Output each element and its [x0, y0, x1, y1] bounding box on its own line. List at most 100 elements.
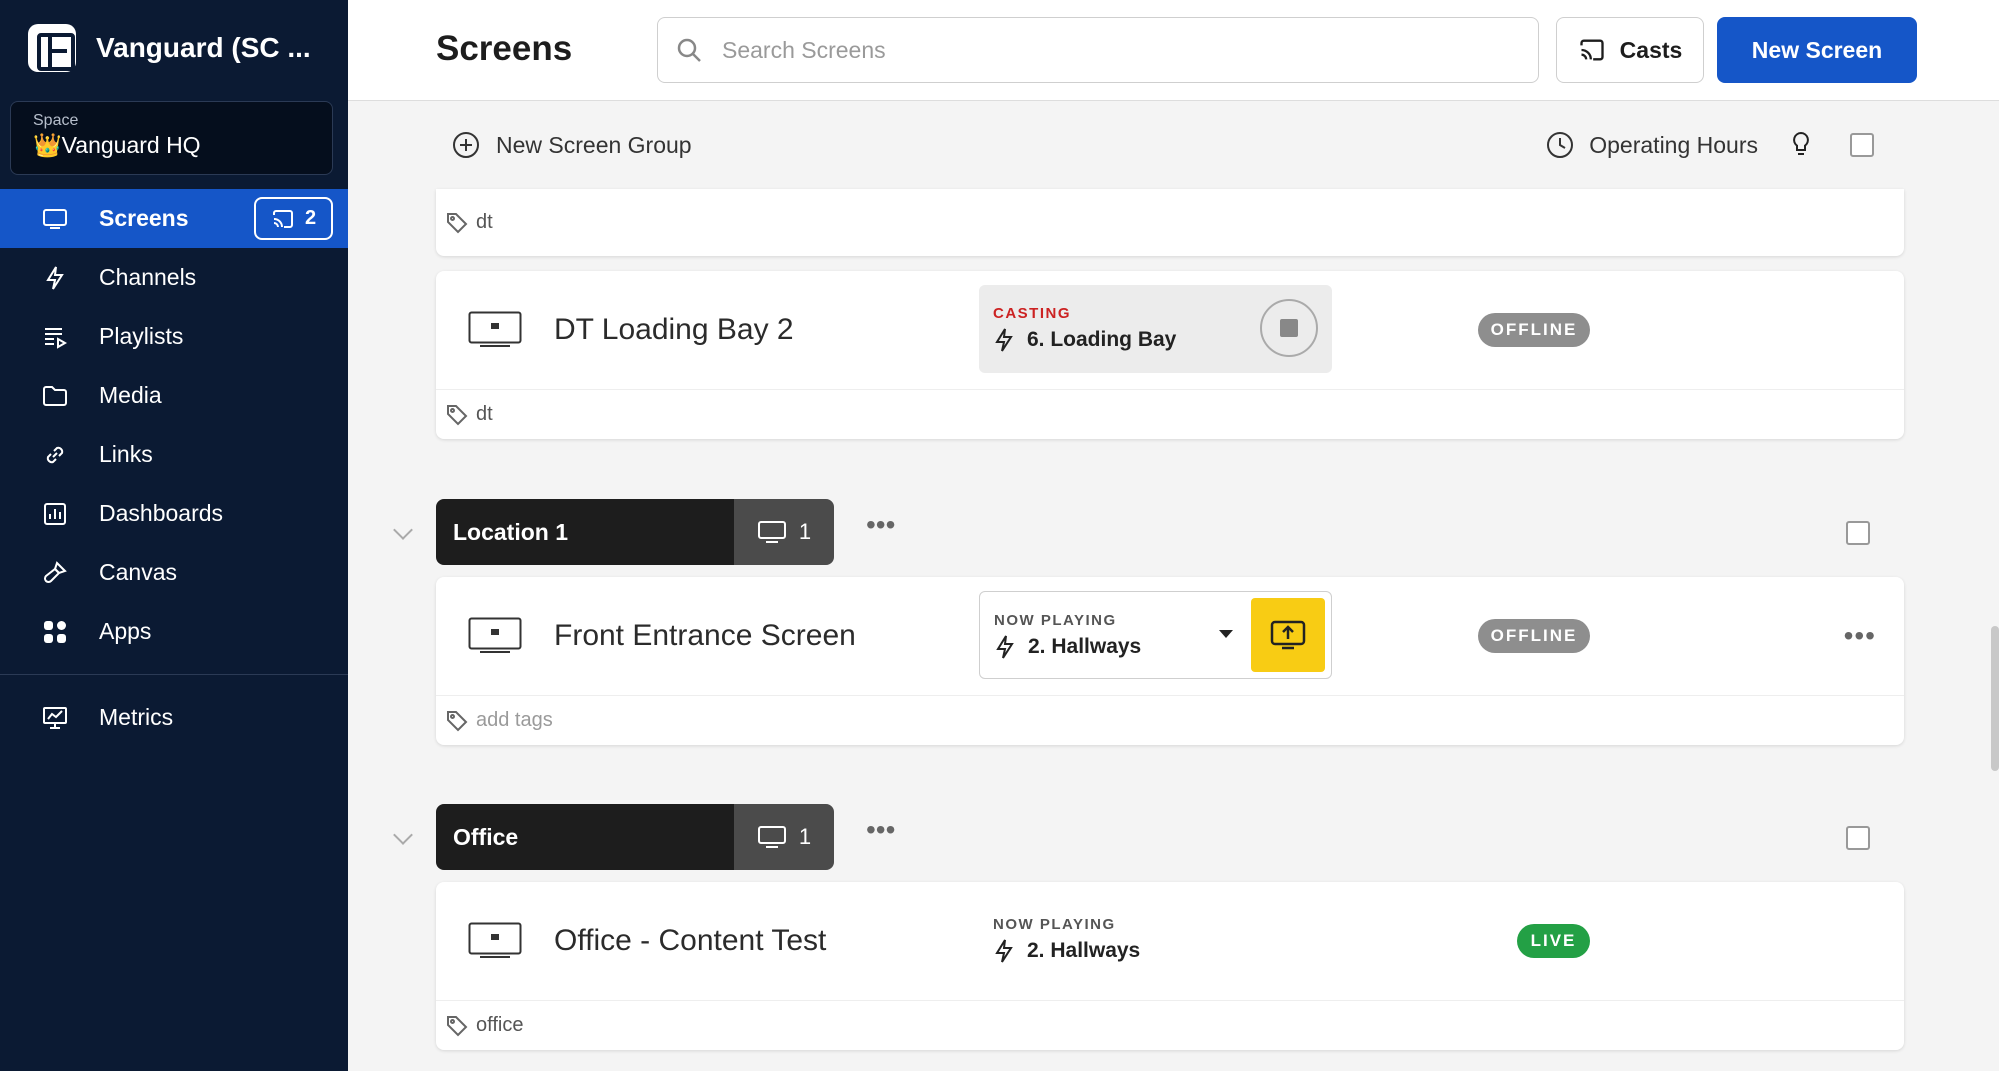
operating-hours-button[interactable]: Operating Hours — [1545, 130, 1758, 160]
group-select-checkbox[interactable] — [1846, 521, 1870, 545]
clock-icon — [1547, 132, 1574, 158]
sidebar-item-label: Screens — [99, 205, 189, 231]
space-name: 👑Vanguard HQ — [33, 132, 310, 159]
workspace-switcher[interactable]: Vanguard (SC ... — [28, 24, 311, 72]
casting-label: CASTING — [993, 305, 1071, 322]
tag-icon — [447, 1015, 468, 1036]
tag-row[interactable]: add tags — [436, 695, 1904, 745]
screen-card-partial: dt — [436, 189, 1904, 256]
sidebar-item-metrics[interactable]: Metrics — [0, 688, 348, 747]
screen-more-options-icon[interactable]: ••• — [1844, 620, 1876, 652]
sidebar-item-links[interactable]: Links — [0, 425, 348, 484]
monitor-icon — [40, 204, 70, 234]
collapse-group-chevron-icon[interactable] — [393, 825, 413, 845]
channel-selector[interactable]: NOW PLAYING 2. Hallways — [979, 591, 1332, 679]
collapse-group-chevron-icon[interactable] — [393, 520, 413, 540]
space-selector[interactable]: Space 👑Vanguard HQ — [10, 101, 333, 175]
tag-icon — [447, 710, 468, 731]
lightbulb-icon[interactable] — [1791, 131, 1811, 159]
sidebar-divider — [0, 674, 348, 675]
sidebar-item-canvas[interactable]: Canvas — [0, 543, 348, 602]
screen-device-icon — [468, 617, 522, 653]
active-casts-badge[interactable]: 2 — [254, 197, 333, 240]
cast-icon — [272, 209, 293, 228]
casting-panel: CASTING 6. Loading Bay — [979, 285, 1332, 373]
status-badge: LIVE — [1517, 924, 1590, 958]
playlist-icon — [40, 322, 70, 352]
sidebar-nav: Screens 2 Channels Playlists Media Links… — [0, 189, 348, 747]
search-box[interactable] — [657, 17, 1539, 83]
tag-label: dt — [476, 211, 493, 233]
channel-line: 6. Loading Bay — [993, 327, 1176, 353]
channel-line: 2. Hallways — [994, 634, 1141, 660]
link-icon — [40, 440, 70, 470]
tag-icon — [447, 212, 468, 233]
screen-name[interactable]: DT Loading Bay 2 — [554, 313, 794, 347]
group-toolbar: New Screen Group Operating Hours — [436, 101, 1904, 189]
monitor-icon — [757, 521, 786, 543]
screen-row: DT Loading Bay 2 CASTING 6. Loading Bay … — [436, 271, 1904, 389]
top-bar: Screens Casts New Screen — [348, 0, 1999, 101]
status-badge: OFFLINE — [1478, 619, 1590, 653]
screen-name[interactable]: Front Entrance Screen — [554, 619, 856, 653]
screen-card-front-entrance[interactable]: Front Entrance Screen NOW PLAYING 2. Hal… — [436, 577, 1904, 745]
group-bar-office[interactable]: Office 1 — [436, 804, 834, 870]
dropdown-caret-icon[interactable] — [1219, 630, 1233, 638]
workspace-name: Vanguard (SC ... — [96, 32, 311, 63]
now-playing-label: NOW PLAYING — [994, 612, 1117, 629]
space-name-text: Vanguard HQ — [61, 132, 201, 158]
casts-button-label: Casts — [1619, 36, 1683, 63]
sidebar-item-label: Dashboards — [99, 500, 224, 526]
tag-label: dt — [476, 403, 493, 425]
tag-row[interactable]: office — [436, 1000, 1904, 1050]
now-playing-label: NOW PLAYING — [993, 916, 1116, 933]
group-screen-count: 1 — [734, 804, 834, 870]
tag-label: office — [476, 1014, 524, 1036]
active-casts-count: 2 — [304, 207, 317, 229]
group-select-checkbox[interactable] — [1850, 133, 1874, 157]
group-select-checkbox[interactable] — [1846, 826, 1870, 850]
new-screen-button[interactable]: New Screen — [1717, 17, 1917, 83]
group-more-options-icon[interactable]: ••• — [866, 509, 895, 541]
sidebar-item-channels[interactable]: Channels — [0, 248, 348, 307]
sidebar-item-media[interactable]: Media — [0, 366, 348, 425]
sidebar-item-apps[interactable]: Apps — [0, 602, 348, 661]
bolt-icon — [40, 263, 70, 293]
screen-share-icon — [1270, 620, 1306, 650]
sidebar-item-label: Apps — [99, 618, 152, 644]
group-more-options-icon[interactable]: ••• — [866, 814, 895, 846]
folder-icon — [40, 381, 70, 411]
tag-row[interactable]: dt — [436, 389, 1904, 439]
sidebar-item-screens[interactable]: Screens 2 — [0, 189, 348, 248]
stop-icon — [1280, 319, 1298, 337]
now-playing-panel: NOW PLAYING 2. Hallways — [979, 896, 1332, 984]
search-input[interactable] — [722, 36, 1502, 64]
operating-hours-label: Operating Hours — [1589, 131, 1758, 158]
group-name[interactable]: Office — [436, 804, 734, 870]
monitor-icon — [757, 826, 786, 848]
space-label: Space — [33, 112, 79, 129]
screen-name[interactable]: Office - Content Test — [554, 924, 826, 958]
crown-emoji-icon: 👑 — [33, 132, 62, 158]
casts-button[interactable]: Casts — [1556, 17, 1704, 83]
add-tags-label: add tags — [476, 709, 553, 731]
cast-to-screen-button[interactable] — [1251, 598, 1325, 672]
new-screen-group-button[interactable]: New Screen Group — [451, 130, 692, 160]
stop-cast-button[interactable] — [1260, 299, 1318, 357]
page-title: Screens — [436, 29, 573, 68]
sidebar-item-dashboards[interactable]: Dashboards — [0, 484, 348, 543]
screen-device-icon — [468, 311, 522, 347]
tag-row[interactable]: dt — [436, 189, 1904, 256]
cast-icon — [1580, 39, 1604, 61]
brush-icon — [40, 558, 70, 588]
sidebar: Vanguard (SC ... Space 👑Vanguard HQ Scre… — [0, 0, 348, 1071]
sidebar-item-playlists[interactable]: Playlists — [0, 307, 348, 366]
group-bar-location-1[interactable]: Location 1 1 — [436, 499, 834, 565]
group-name[interactable]: Location 1 — [436, 499, 734, 565]
scrollbar-thumb[interactable] — [1991, 626, 1999, 771]
tag-icon — [447, 404, 468, 425]
app-logo-icon — [28, 24, 76, 72]
screen-card-dt-loading-bay-2[interactable]: DT Loading Bay 2 CASTING 6. Loading Bay … — [436, 271, 1904, 439]
plus-circle-icon — [453, 132, 479, 158]
screen-card-office-content-test[interactable]: Office - Content Test NOW PLAYING 2. Hal… — [436, 882, 1904, 1050]
